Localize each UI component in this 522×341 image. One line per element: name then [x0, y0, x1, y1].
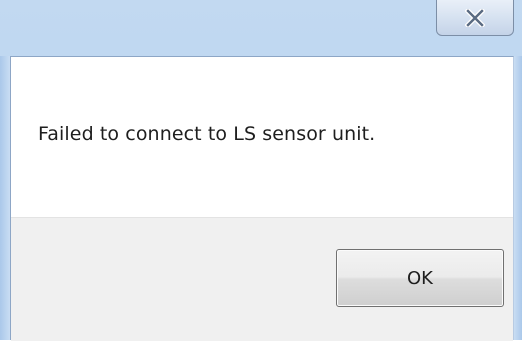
dialog-window: Failed to connect to LS sensor unit. OK — [0, 0, 522, 341]
dialog-client-area: Failed to connect to LS sensor unit. OK — [10, 56, 514, 341]
title-bar — [0, 0, 522, 56]
error-message: Failed to connect to LS sensor unit. — [38, 123, 376, 145]
message-area: Failed to connect to LS sensor unit. — [11, 57, 513, 217]
close-icon — [465, 9, 485, 27]
ok-button[interactable]: OK — [336, 249, 504, 307]
window-frame-left — [0, 56, 10, 340]
button-area: OK — [11, 217, 513, 341]
close-button[interactable] — [436, 0, 514, 36]
window-frame-right — [514, 56, 522, 340]
